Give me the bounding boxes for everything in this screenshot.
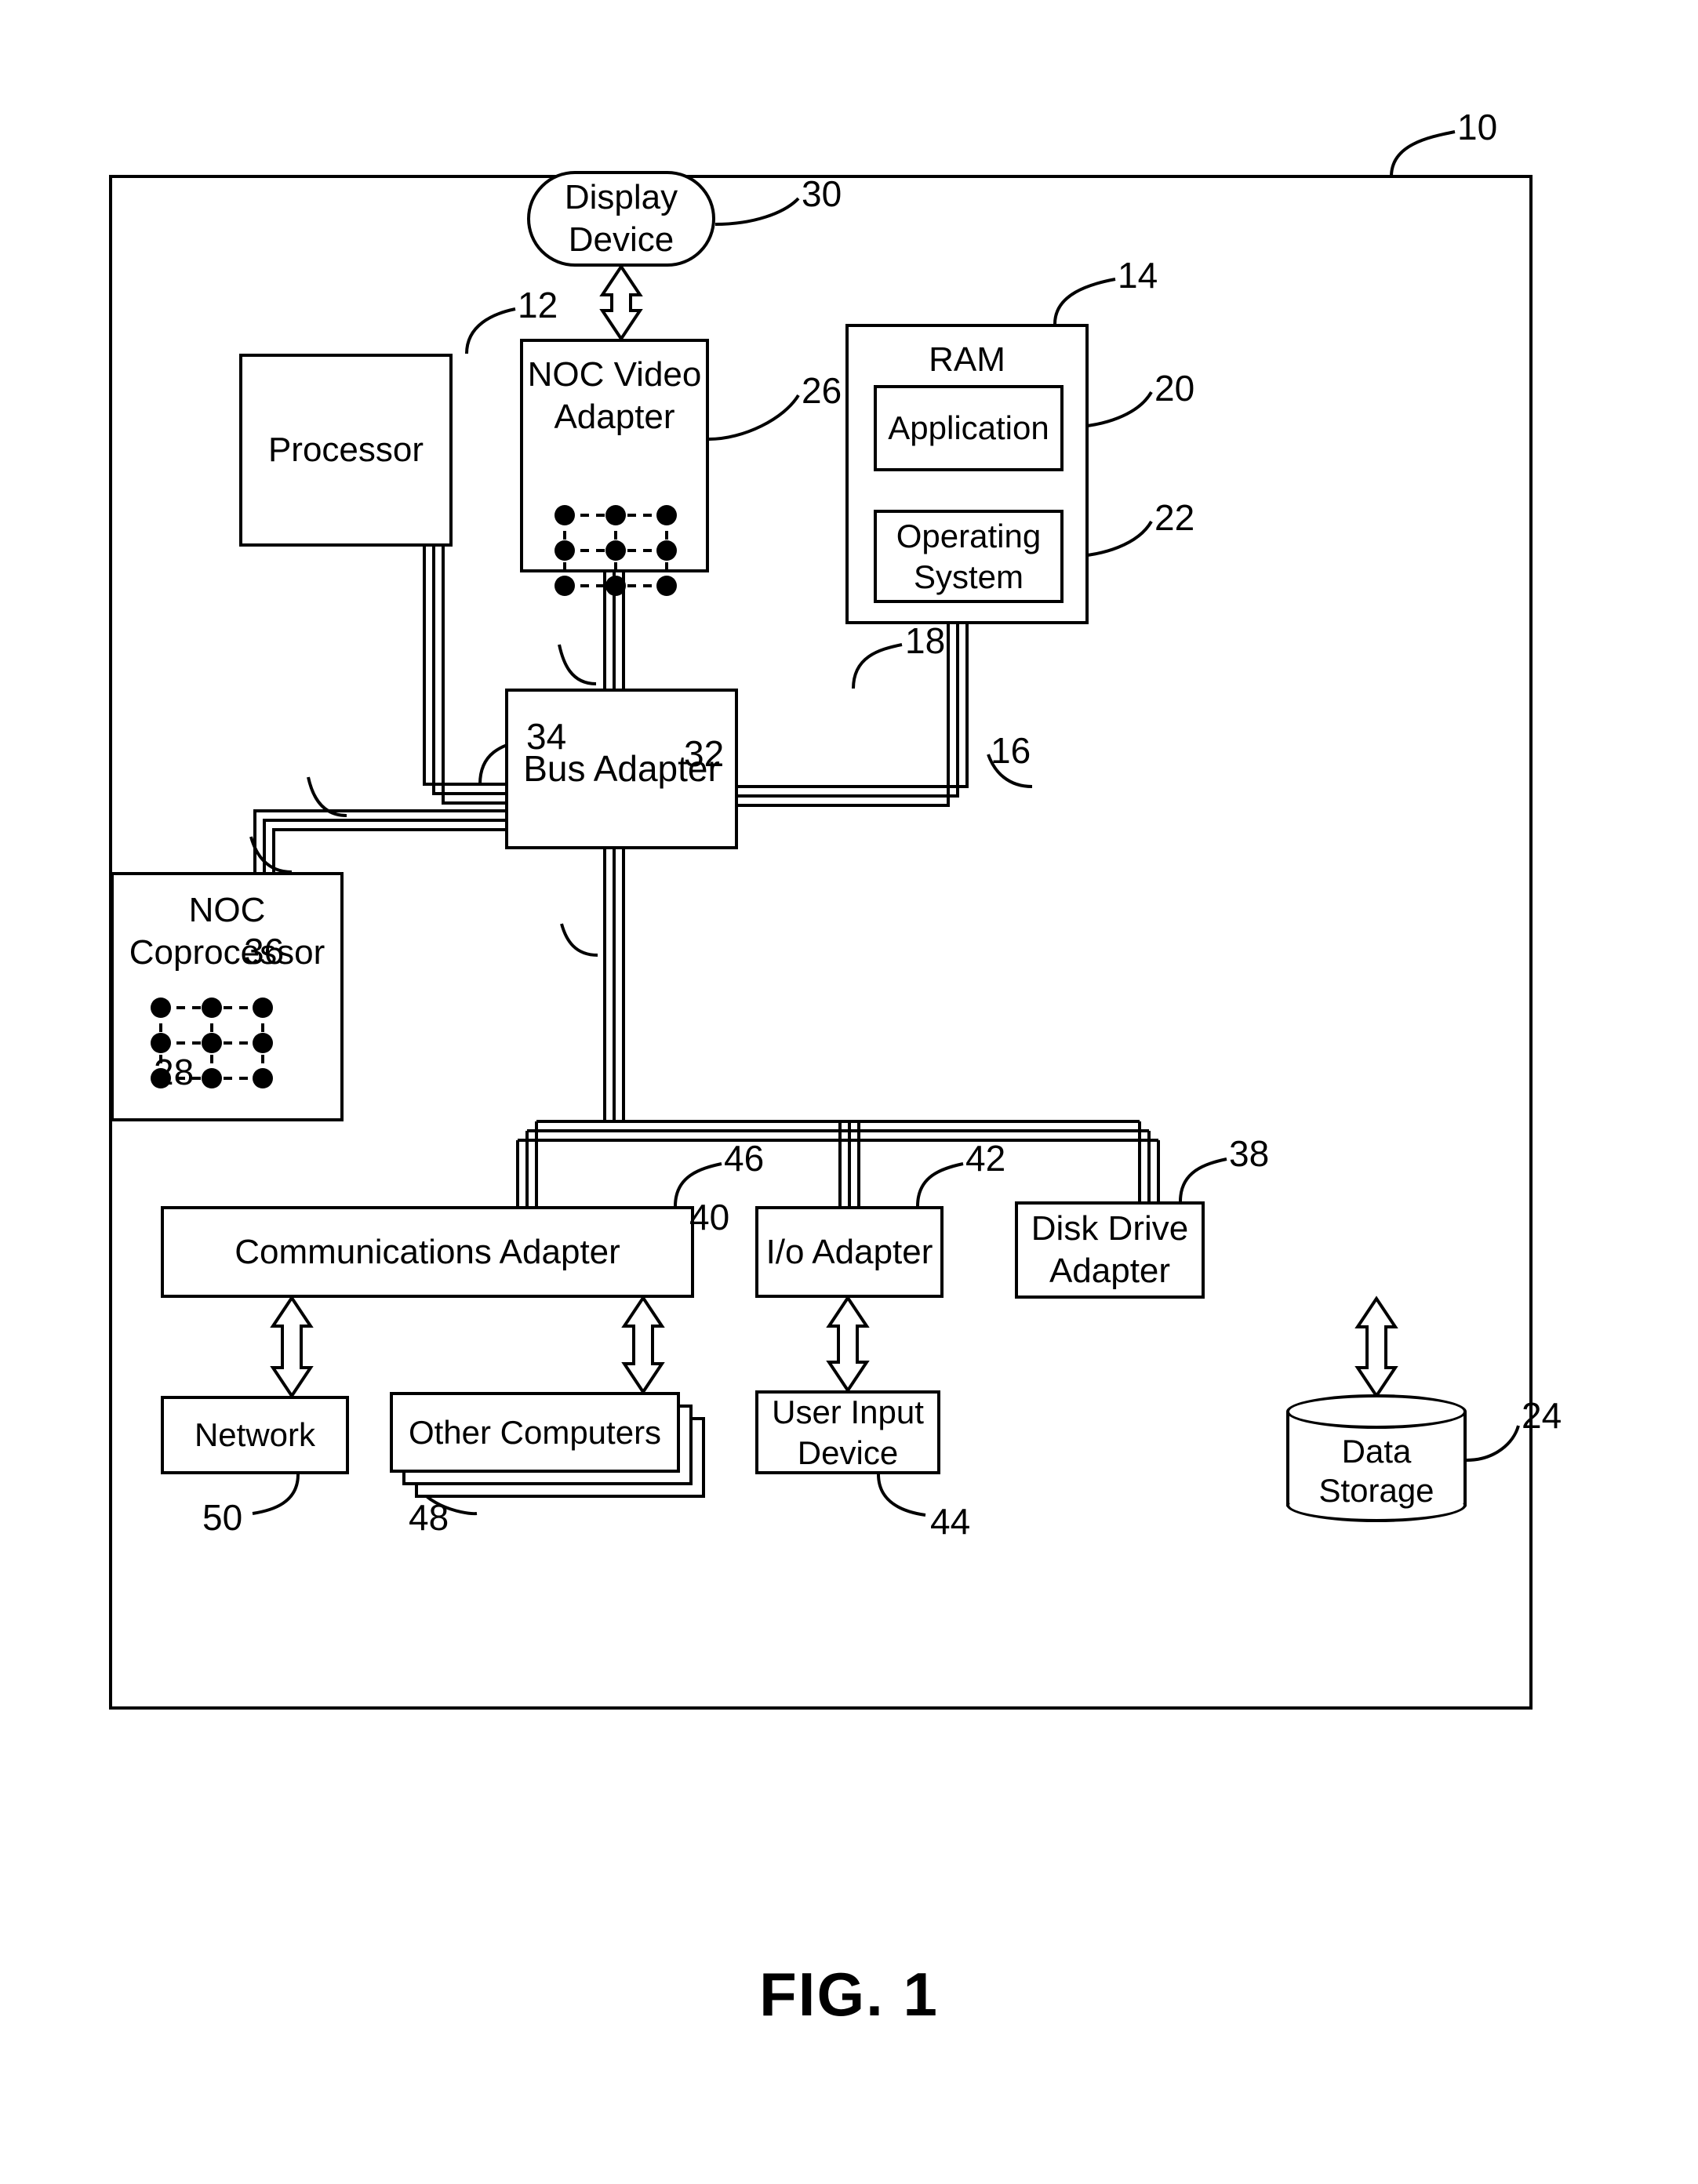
network-node[interactable]: Network bbox=[161, 1396, 349, 1474]
leader-18 bbox=[852, 643, 903, 689]
ref-numeral-26: 26 bbox=[802, 370, 842, 411]
bus-line-34-c bbox=[442, 547, 505, 805]
double-arrow-comm-other bbox=[621, 1295, 665, 1395]
leader-14 bbox=[1053, 278, 1116, 325]
leader-40 bbox=[560, 923, 598, 957]
leader-42 bbox=[916, 1162, 964, 1207]
user-input-device-node[interactable]: User Input Device bbox=[755, 1390, 940, 1474]
leader-30 bbox=[714, 197, 800, 226]
other-computers-node[interactable]: Other Computers bbox=[390, 1392, 680, 1473]
bus-line-34-b bbox=[432, 547, 505, 795]
ref-numeral-24: 24 bbox=[1522, 1395, 1562, 1436]
operating-system-label: Operating System bbox=[896, 518, 1042, 595]
ref-numeral-28: 28 bbox=[154, 1052, 195, 1092]
disk-drive-adapter-label: Disk Drive Adapter bbox=[1031, 1209, 1189, 1290]
leader-38 bbox=[1179, 1157, 1227, 1202]
leader-12 bbox=[465, 307, 516, 354]
bus-line-36-c bbox=[272, 828, 505, 872]
disk-drive-adapter-node[interactable]: Disk Drive Adapter bbox=[1015, 1201, 1205, 1299]
network-label: Network bbox=[194, 1416, 316, 1454]
leader-44 bbox=[877, 1474, 926, 1517]
double-arrow-io-userinput bbox=[826, 1295, 870, 1394]
ref-numeral-34: 34 bbox=[526, 716, 567, 757]
ref-numeral-40: 40 bbox=[689, 1197, 730, 1237]
leader-36 bbox=[307, 776, 347, 817]
leader-50 bbox=[252, 1474, 300, 1515]
double-arrow-display-video bbox=[599, 263, 643, 342]
io-adapter-label: I/o Adapter bbox=[765, 1232, 933, 1271]
figure-caption: FIG. 1 bbox=[759, 1960, 939, 2029]
ref-numeral-36: 36 bbox=[244, 931, 285, 972]
ref-numeral-12: 12 bbox=[518, 285, 558, 325]
ref-numeral-44: 44 bbox=[930, 1501, 971, 1542]
ref-numeral-14: 14 bbox=[1118, 255, 1158, 296]
double-arrow-comm-network bbox=[270, 1295, 314, 1399]
ref-numeral-32: 32 bbox=[684, 733, 725, 774]
bus-line-34-a bbox=[423, 547, 505, 786]
data-storage-node[interactable]: Data Storage bbox=[1286, 1394, 1467, 1524]
ref-numeral-22: 22 bbox=[1154, 497, 1195, 538]
ram-label: RAM bbox=[929, 340, 1005, 379]
noc-coprocessor-label: NOC Coprocessor bbox=[129, 891, 325, 972]
io-adapter-node[interactable]: I/o Adapter bbox=[755, 1206, 944, 1298]
ref-numeral-48: 48 bbox=[409, 1497, 449, 1538]
bus-line-36-b bbox=[263, 819, 505, 872]
other-computers-label: Other Computers bbox=[408, 1413, 662, 1451]
leader-26 bbox=[708, 394, 800, 441]
communications-adapter-label: Communications Adapter bbox=[235, 1232, 620, 1271]
application-label: Application bbox=[888, 409, 1049, 447]
bus-line-36-a bbox=[253, 809, 505, 872]
display-device-node[interactable]: Display Device bbox=[527, 171, 715, 267]
leader-24 bbox=[1466, 1425, 1520, 1462]
cylinder-top-ellipse bbox=[1286, 1394, 1467, 1429]
ref-numeral-18: 18 bbox=[905, 620, 946, 661]
leader-32 bbox=[558, 644, 597, 685]
display-device-label: Display Device bbox=[564, 178, 678, 259]
data-storage-label: Data Storage bbox=[1318, 1433, 1434, 1510]
user-input-device-label: User Input Device bbox=[772, 1394, 924, 1471]
communications-adapter-node[interactable]: Communications Adapter bbox=[161, 1206, 694, 1298]
ref-numeral-42: 42 bbox=[965, 1138, 1006, 1179]
processor-node[interactable]: Processor bbox=[239, 354, 453, 547]
double-arrow-disk-storage bbox=[1354, 1296, 1398, 1399]
ref-numeral-50: 50 bbox=[202, 1497, 243, 1538]
figure-canvas: Display Device NOC Video Adapter Process… bbox=[0, 0, 1698, 2184]
application-node[interactable]: Application bbox=[874, 385, 1064, 471]
ref-numeral-10: 10 bbox=[1457, 107, 1498, 147]
leader-28 bbox=[249, 836, 293, 874]
ref-numeral-46: 46 bbox=[724, 1138, 765, 1179]
noc-video-mesh-icon bbox=[554, 505, 677, 596]
processor-label: Processor bbox=[267, 431, 424, 470]
ref-numeral-20: 20 bbox=[1154, 368, 1195, 409]
ref-numeral-30: 30 bbox=[802, 173, 842, 214]
leader-10 bbox=[1390, 130, 1456, 177]
operating-system-node[interactable]: Operating System bbox=[874, 510, 1064, 603]
ref-numeral-38: 38 bbox=[1229, 1133, 1270, 1174]
ref-numeral-16: 16 bbox=[991, 730, 1031, 771]
noc-video-adapter-label: NOC Video Adapter bbox=[527, 355, 702, 436]
